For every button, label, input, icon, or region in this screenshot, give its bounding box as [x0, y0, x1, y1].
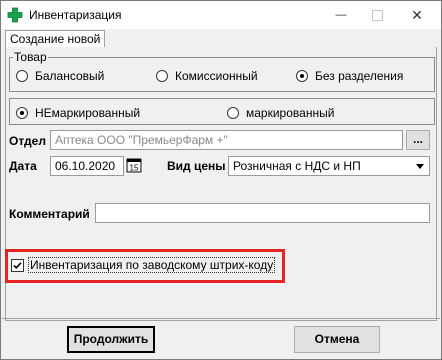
- comment-label: Комментарий: [9, 207, 90, 221]
- barcode-checkbox[interactable]: Инвентаризация по заводскому штрих-коду: [11, 257, 276, 273]
- close-button[interactable]: ✕: [397, 1, 437, 29]
- radio-unmarked-label: НЕмаркированный: [35, 106, 141, 120]
- cancel-button-label: Отмена: [314, 332, 360, 346]
- green-plus-icon: [7, 7, 23, 23]
- comment-field[interactable]: [95, 203, 430, 223]
- date-label: Дата: [9, 159, 37, 173]
- price-type-value: Розничная с НДС и НП: [233, 159, 361, 173]
- continue-button-label: Продолжить: [73, 332, 149, 346]
- radio-unmarked[interactable]: НЕмаркированный: [16, 106, 140, 120]
- tab-create-new[interactable]: Создание новой: [5, 30, 106, 48]
- department-browse-button[interactable]: ...: [406, 130, 430, 150]
- calendar-day: 15: [130, 164, 139, 173]
- window-title: Инвентаризация: [29, 8, 122, 22]
- check-icon: [13, 261, 22, 269]
- price-type-select[interactable]: Розничная с НДС и НП: [228, 156, 430, 176]
- radio-no-split-circle: [296, 70, 308, 82]
- radio-commission-circle: [156, 70, 168, 82]
- radio-balance-label: Балансовый: [35, 69, 105, 83]
- radio-balance[interactable]: Балансовый: [16, 69, 104, 83]
- department-label: Отдел: [9, 134, 46, 148]
- radio-unmarked-circle: [16, 107, 28, 119]
- maximize-icon: [371, 9, 383, 21]
- title-bar[interactable]: Инвентаризация — ✕: [1, 1, 441, 29]
- date-field[interactable]: 06.10.2020: [50, 156, 124, 176]
- price-type-label: Вид цены: [167, 159, 226, 173]
- radio-marked-circle: [227, 107, 239, 119]
- continue-button[interactable]: Продолжить: [67, 326, 155, 353]
- radio-commission-label: Комиссионный: [175, 69, 258, 83]
- checkbox-square: [11, 258, 24, 272]
- calendar-button[interactable]: 15: [125, 158, 143, 174]
- radio-balance-circle: [16, 70, 28, 82]
- cancel-button[interactable]: Отмена: [294, 326, 380, 353]
- browse-button-label: ...: [412, 132, 423, 146]
- radio-no-split-label: Без разделения: [315, 69, 404, 83]
- tovar-group-legend: Товар: [13, 50, 48, 64]
- calendar-icon: 15: [126, 158, 142, 173]
- minimize-icon: —: [335, 9, 347, 21]
- department-field[interactable]: Аптека ООО "ПремьерФарм +": [50, 130, 403, 150]
- maximize-button[interactable]: [357, 1, 397, 29]
- barcode-checkbox-label: Инвентаризация по заводскому штрих-коду: [28, 257, 276, 273]
- minimize-button[interactable]: —: [321, 1, 361, 29]
- radio-marked[interactable]: маркированный: [227, 106, 334, 120]
- radio-no-split[interactable]: Без разделения: [296, 69, 403, 83]
- footer-divider: [2, 318, 440, 319]
- dropdown-arrow-icon: [412, 158, 428, 174]
- tab-label: Создание новой: [10, 32, 101, 46]
- radio-marked-label: маркированный: [246, 106, 335, 120]
- close-icon: ✕: [411, 6, 423, 23]
- radio-commission[interactable]: Комиссионный: [156, 69, 258, 83]
- inventory-dialog: Инвентаризация — ✕ Создание новой Товар …: [0, 0, 442, 360]
